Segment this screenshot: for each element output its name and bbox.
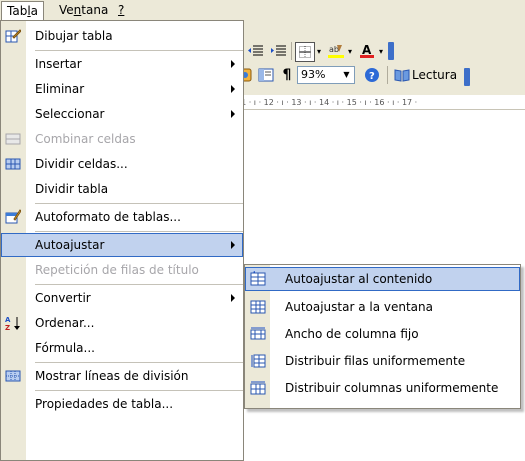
menu-item-label: Convertir bbox=[35, 291, 91, 305]
autofit-window-icon bbox=[250, 299, 266, 315]
borders-icon[interactable] bbox=[295, 42, 315, 62]
highlight-icon[interactable]: ab bbox=[327, 42, 345, 60]
menu-tabla[interactable]: Tabla bbox=[1, 1, 45, 22]
toolbar-options-icon-2[interactable] bbox=[464, 68, 470, 86]
decrease-indent-icon[interactable] bbox=[246, 42, 264, 60]
menu-item-combinar-celdas: Combinar celdas bbox=[1, 127, 243, 151]
zoom-select[interactable]: 93% ▼ bbox=[297, 66, 355, 84]
menu-ventana[interactable]: Ventana bbox=[54, 2, 113, 19]
menu-item-convertir[interactable]: Convertir bbox=[1, 286, 243, 310]
submenu-item-label: Autoajustar a la ventana bbox=[285, 300, 433, 314]
menu-item-mostrar-lineas[interactable]: Mostrar líneas de división bbox=[1, 364, 243, 388]
menu-item-label: Propiedades de tabla... bbox=[35, 397, 174, 411]
menu-item-seleccionar[interactable]: Seleccionar bbox=[1, 102, 243, 126]
submenu-item-distribuir-columnas[interactable]: Distribuir columnas uniformemente bbox=[245, 376, 520, 400]
menu-item-propiedades[interactable]: Propiedades de tabla... bbox=[1, 392, 243, 416]
submenu-item-label: Autoajustar al contenido bbox=[285, 272, 433, 286]
menu-item-eliminar[interactable]: Eliminar bbox=[1, 77, 243, 101]
menu-item-label: Fórmula... bbox=[35, 341, 95, 355]
submenu-item-autoajustar-contenido[interactable]: Autoajustar al contenido bbox=[245, 267, 520, 291]
svg-text:?: ? bbox=[369, 71, 375, 82]
menu-item-formula[interactable]: Fórmula... bbox=[1, 336, 243, 360]
menu-item-label: Mostrar líneas de división bbox=[35, 369, 189, 383]
menu-item-label: Seleccionar bbox=[35, 107, 105, 121]
menu-item-label: Insertar bbox=[35, 57, 82, 71]
submenu-arrow-icon bbox=[231, 110, 235, 118]
tabla-menu: Dibujar tabla Insertar Eliminar Seleccio… bbox=[0, 20, 244, 461]
menu-item-label: Autoformato de tablas... bbox=[35, 210, 181, 224]
svg-text:Z: Z bbox=[5, 324, 10, 331]
menu-item-label: Combinar celdas bbox=[35, 132, 136, 146]
menu-item-dividir-tabla[interactable]: Dividir tabla bbox=[1, 177, 243, 201]
standard-toolbar: ¶ 93% ▼ ? Lectura bbox=[236, 63, 525, 87]
submenu-item-autoajustar-ventana[interactable]: Autoajustar a la ventana bbox=[245, 295, 520, 319]
font-color-dropdown-icon[interactable]: ▾ bbox=[377, 42, 385, 60]
highlight-dropdown-icon[interactable]: ▾ bbox=[346, 42, 354, 60]
svg-text:A: A bbox=[5, 316, 11, 324]
help-icon[interactable]: ? bbox=[363, 66, 381, 84]
submenu-item-distribuir-filas[interactable]: Distribuir filas uniformemente bbox=[245, 349, 520, 373]
pencil-icon bbox=[5, 28, 22, 44]
menu-help[interactable]: ? bbox=[113, 2, 129, 19]
submenu-arrow-icon bbox=[231, 60, 235, 68]
menu-item-label: Dibujar tabla bbox=[35, 29, 113, 43]
menu-item-autoajustar[interactable]: Autoajustar bbox=[1, 233, 243, 257]
menu-item-repeticion-filas: Repetición de filas de título bbox=[1, 258, 243, 282]
fixed-column-width-icon bbox=[250, 326, 266, 342]
toolbar-options-icon[interactable] bbox=[388, 42, 394, 60]
menu-item-autoformato[interactable]: Autoformato de tablas... bbox=[1, 205, 243, 229]
sort-az-icon: AZ bbox=[5, 315, 21, 332]
submenu-item-ancho-fijo[interactable]: Ancho de columna fijo bbox=[245, 322, 520, 346]
submenu-item-label: Ancho de columna fijo bbox=[285, 327, 419, 341]
document-map-icon[interactable] bbox=[257, 66, 275, 84]
autofit-contents-icon bbox=[250, 271, 266, 287]
submenu-arrow-icon bbox=[231, 85, 235, 93]
borders-dropdown-icon[interactable]: ▾ bbox=[315, 42, 323, 60]
merge-cells-icon bbox=[5, 131, 21, 147]
menu-item-ordenar[interactable]: AZ Ordenar... bbox=[1, 311, 243, 335]
submenu-arrow-icon bbox=[231, 294, 235, 302]
menu-item-label: Ordenar... bbox=[35, 316, 95, 330]
reading-icon[interactable] bbox=[393, 66, 411, 84]
menu-item-dividir-celdas[interactable]: Dividir celdas... bbox=[1, 152, 243, 176]
submenu-arrow-icon bbox=[231, 241, 235, 249]
menubar: Tabla Ventana ? bbox=[0, 0, 525, 22]
submenu-item-label: Distribuir filas uniformemente bbox=[285, 354, 466, 368]
autoajustar-submenu: Autoajustar al contenido Autoajustar a l… bbox=[244, 264, 521, 409]
font-color-icon[interactable]: A bbox=[358, 42, 376, 60]
show-hide-marks-icon[interactable]: ¶ bbox=[278, 66, 296, 84]
reading-button[interactable]: Lectura bbox=[412, 66, 457, 84]
svg-text:A: A bbox=[362, 43, 372, 57]
submenu-item-label: Distribuir columnas uniformemente bbox=[285, 381, 499, 395]
distribute-columns-icon bbox=[250, 380, 266, 396]
menu-item-insertar[interactable]: Insertar bbox=[1, 52, 243, 76]
zoom-dropdown-icon[interactable]: ▼ bbox=[340, 68, 353, 82]
split-cells-icon bbox=[5, 156, 21, 172]
gridlines-icon bbox=[5, 368, 21, 384]
menu-item-label: Dividir celdas... bbox=[35, 157, 128, 171]
formatting-toolbar: ▾ ab ▾ A ▾ bbox=[236, 39, 525, 63]
menu-item-dibujar-tabla[interactable]: Dibujar tabla bbox=[1, 24, 243, 48]
distribute-rows-icon bbox=[250, 353, 266, 369]
menu-item-label: Autoajustar bbox=[35, 238, 105, 252]
autoformat-icon bbox=[5, 209, 22, 225]
menu-item-label: Repetición de filas de título bbox=[35, 263, 199, 277]
increase-indent-icon[interactable] bbox=[269, 42, 287, 60]
horizontal-ruler: 11 · ı · 12 · ı · 13 · ı · 14 · ı · 15 ·… bbox=[236, 97, 525, 110]
menu-item-label: Eliminar bbox=[35, 82, 85, 96]
menu-item-label: Dividir tabla bbox=[35, 182, 109, 196]
